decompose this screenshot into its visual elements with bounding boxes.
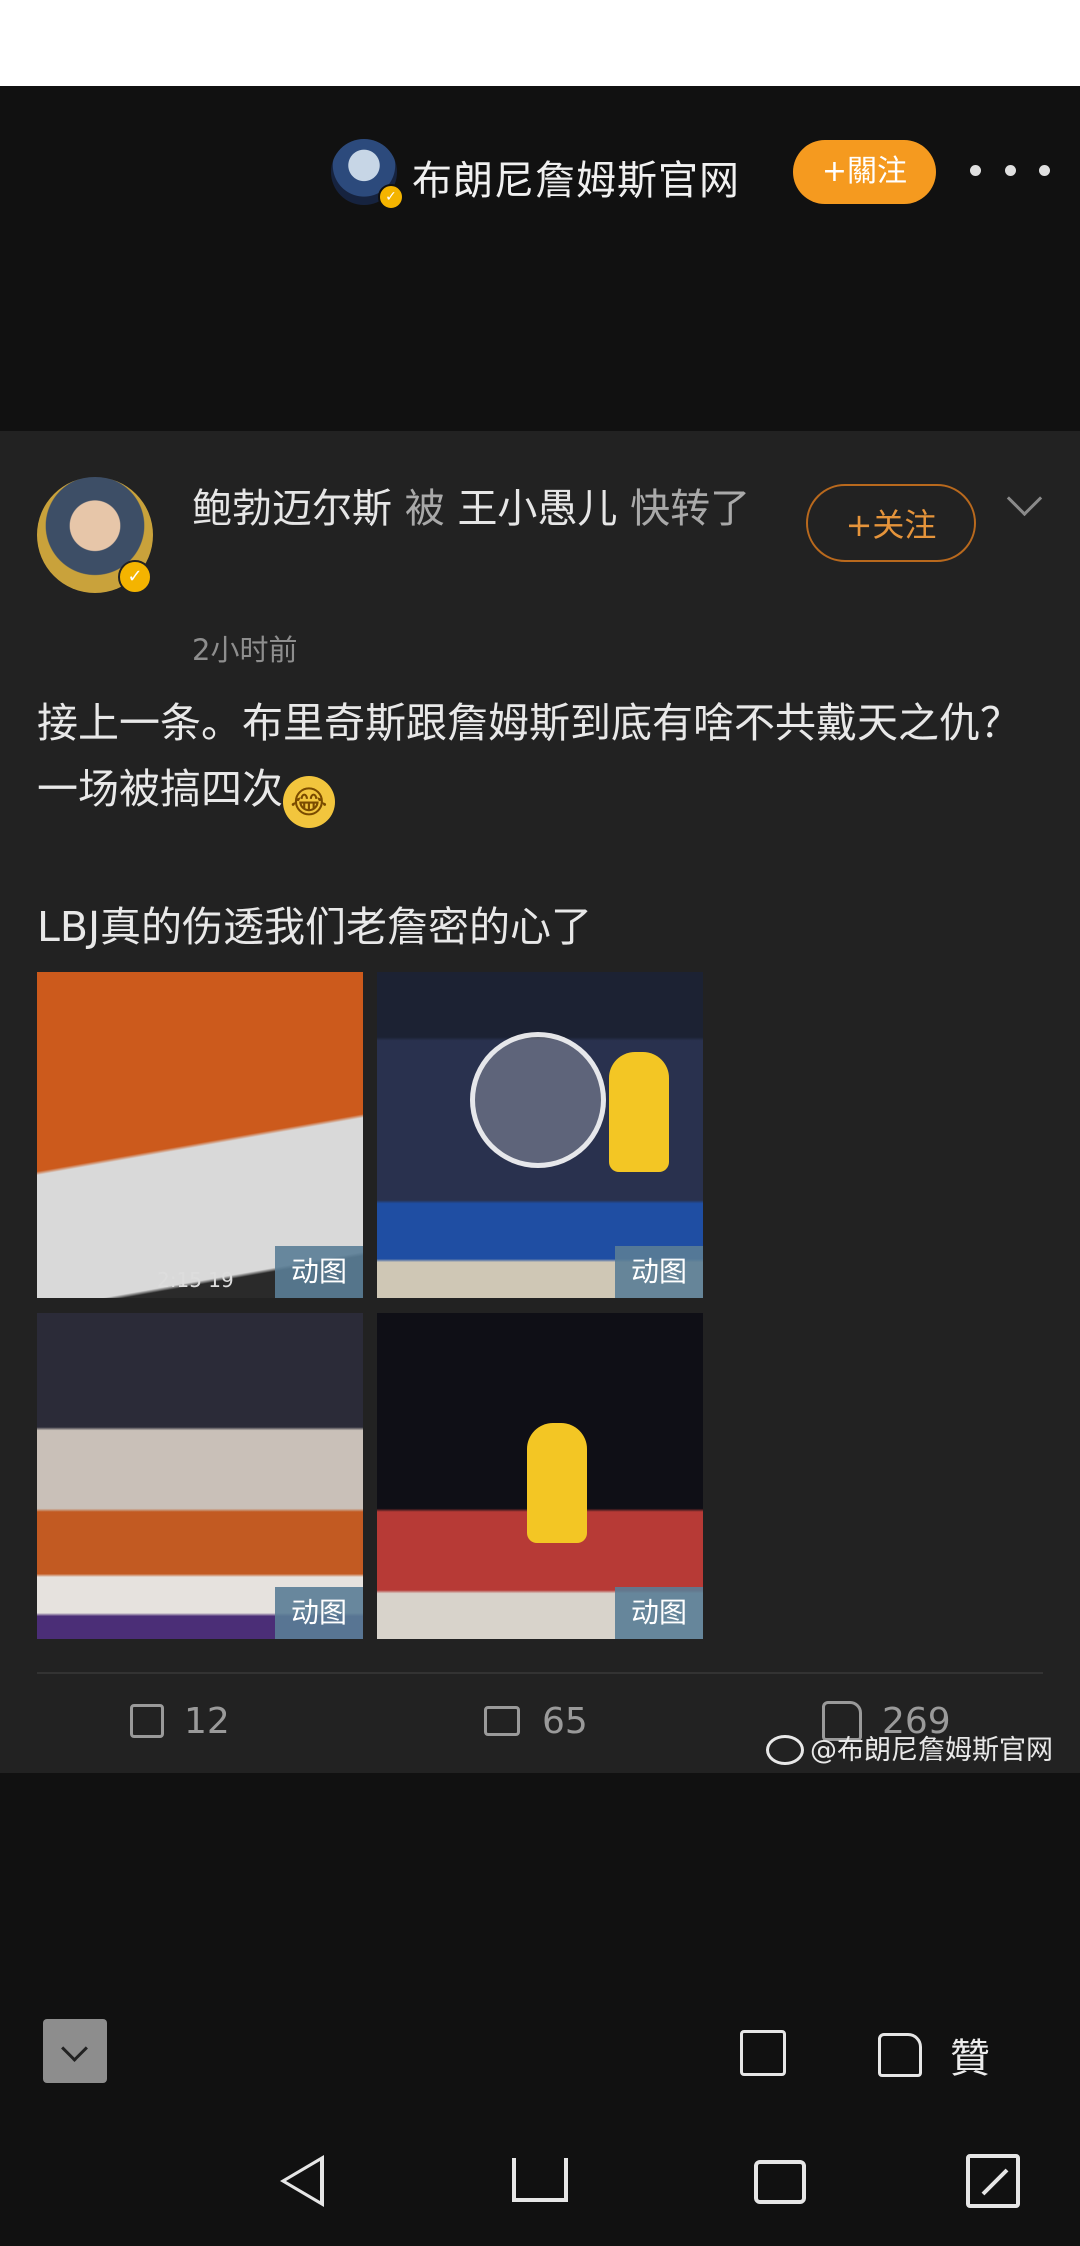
timestamp: 2小时前 [192, 633, 298, 667]
gif-tag: 动图 [275, 1246, 363, 1298]
post-text-line2: LBJ真的伤透我们老詹密的心了 [37, 903, 593, 951]
image-overlay-text: 2:15 19 [157, 1268, 234, 1292]
follow-poster-button[interactable]: +关注 [806, 484, 976, 562]
gif-tag: 动图 [275, 1587, 363, 1639]
forwarder-name[interactable]: 王小愚儿 [457, 486, 617, 532]
home-icon[interactable] [512, 2158, 568, 2202]
post-image-4[interactable]: 动图 [377, 1313, 703, 1639]
player-figure [527, 1423, 587, 1543]
post-title: 鲍勃迈尔斯 被 王小愚儿 快转了 [192, 472, 792, 546]
forward-action: 快转了 [630, 486, 751, 532]
verified-badge-icon: ✓ [118, 560, 152, 594]
status-strip [0, 0, 1080, 86]
comment-button[interactable]: 65 [484, 1696, 588, 1746]
gif-tag: 动图 [615, 1587, 703, 1639]
post-text: 接上一条。布里奇斯跟詹姆斯到底有啥不共戴天之仇？一场被搞四次 😂 LBJ真的伤透我… [37, 690, 1047, 960]
back-icon[interactable] [280, 2155, 324, 2207]
post-image-3[interactable]: 动图 [37, 1313, 363, 1639]
by-word: 被 [404, 486, 445, 532]
author-name[interactable]: 布朗尼詹姆斯官网 [412, 148, 740, 206]
like-icon [878, 2033, 922, 2077]
bottom-like-label: 贊 [950, 2036, 990, 2082]
expand-icon[interactable] [966, 2154, 1020, 2208]
watermark-text: @布朗尼詹姆斯官网 [810, 1735, 1053, 1766]
repost-icon [130, 1704, 164, 1738]
repost-count: 12 [184, 1700, 230, 1742]
watermark: @布朗尼詹姆斯官网 [766, 1728, 1053, 1767]
follow-button[interactable]: +關注 [793, 140, 936, 204]
post-text-line1: 接上一条。布里奇斯跟詹姆斯到底有啥不共戴天之仇？一场被搞四次 [37, 699, 1021, 813]
play-icon[interactable] [470, 1032, 606, 1168]
more-options-icon[interactable] [970, 150, 1050, 190]
bottom-like-button[interactable]: 贊 [878, 2026, 990, 2084]
weibo-logo-icon [766, 1735, 804, 1765]
share-icon[interactable] [740, 2030, 786, 2076]
comment-count: 65 [542, 1700, 588, 1742]
top-bar [0, 86, 1080, 431]
post-image-1[interactable]: 2:15 19 动图 [37, 972, 363, 1298]
repost-button[interactable]: 12 [130, 1696, 230, 1746]
collapse-button[interactable] [43, 2019, 107, 2083]
divider [37, 1672, 1043, 1674]
recent-apps-icon[interactable] [754, 2160, 806, 2204]
laughing-emoji-icon: 😂 [283, 776, 335, 828]
comment-icon [484, 1706, 520, 1736]
poster-name[interactable]: 鲍勃迈尔斯 [192, 486, 392, 532]
gif-tag: 动图 [615, 1246, 703, 1298]
verified-badge-icon: ✓ [378, 184, 404, 210]
player-figure [609, 1052, 669, 1172]
